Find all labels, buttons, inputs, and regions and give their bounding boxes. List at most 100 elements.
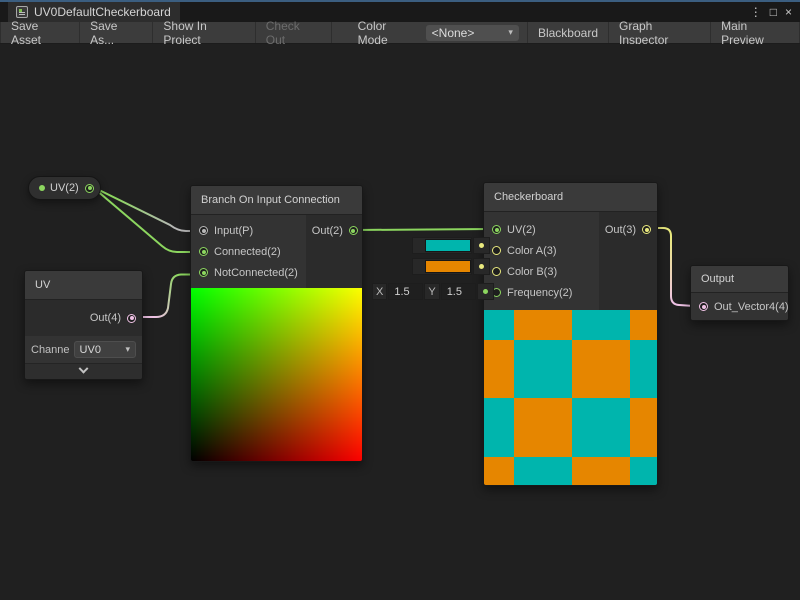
frequency-x-label: X: [372, 283, 387, 300]
port-color-b[interactable]: [492, 267, 501, 276]
node-color-dot: [39, 185, 45, 191]
checker-cell: [572, 398, 630, 457]
port-label: UV(2): [507, 224, 536, 236]
port-row-frequency[interactable]: Frequency(2): [484, 282, 599, 303]
frequency-x-input[interactable]: 1.5: [388, 283, 423, 300]
frequency-widget: X 1.5 Y 1.5: [372, 283, 494, 300]
checker-cell: [514, 340, 572, 398]
node-title[interactable]: Checkerboard: [484, 183, 657, 212]
color-mode-dropdown[interactable]: <None> ▾: [426, 25, 519, 41]
chevron-down-icon: ▾: [508, 27, 513, 38]
channel-dropdown[interactable]: UV0 ▾: [74, 341, 136, 358]
checker-cell: [484, 340, 514, 398]
color-a-field[interactable]: [412, 237, 472, 254]
channel-row: Channe UV0 ▾: [25, 336, 142, 363]
node-title[interactable]: UV: [25, 271, 142, 300]
port-row-out-vector4[interactable]: Out_Vector4(4): [691, 296, 788, 317]
connector-dot: [479, 243, 484, 248]
check-out-button: Check Out: [256, 22, 332, 43]
port-row-out3[interactable]: Out(3): [605, 219, 651, 240]
checker-cell: [572, 457, 630, 485]
port-out-vector4[interactable]: [699, 302, 708, 311]
color-b-swatch[interactable]: [425, 260, 471, 273]
port-row-color-b[interactable]: Color B(3): [484, 261, 599, 282]
checker-cell: [484, 398, 514, 457]
checker-cell: [572, 310, 630, 340]
save-asset-button[interactable]: Save Asset: [0, 22, 80, 43]
port-uvpill-out[interactable]: [85, 184, 94, 193]
chevron-down-icon: ▾: [125, 344, 130, 355]
kebab-menu-icon[interactable]: ⋮: [750, 5, 762, 19]
port-color-a[interactable]: [492, 246, 501, 255]
tab-title: UV0DefaultCheckerboard: [34, 5, 171, 19]
color-mode-value: <None>: [432, 26, 475, 40]
channel-label: Channe: [31, 344, 70, 356]
frequency-connector: [477, 283, 494, 300]
port-label: Out_Vector4(4): [714, 301, 789, 313]
blackboard-button[interactable]: Blackboard: [527, 22, 609, 43]
color-a-widget: [412, 237, 490, 254]
node-title[interactable]: Branch On Input Connection: [191, 186, 362, 215]
preview-expander[interactable]: [25, 363, 142, 379]
main-preview-button[interactable]: Main Preview: [711, 22, 800, 43]
port-row-color-a[interactable]: Color A(3): [484, 240, 599, 261]
port-label: Color A(3): [507, 245, 557, 257]
checker-cell: [630, 310, 658, 340]
port-row-out4[interactable]: Out(4): [25, 300, 142, 336]
node-branch-on-input-connection[interactable]: Branch On Input Connection Input(P) Conn…: [190, 185, 363, 462]
checker-cell: [514, 398, 572, 457]
port-row-out2[interactable]: Out(2): [312, 220, 358, 241]
show-in-project-button[interactable]: Show In Project: [153, 22, 255, 43]
checker-cell: [484, 310, 514, 340]
node-title[interactable]: Output: [691, 266, 788, 293]
port-label: Out(4): [90, 312, 121, 324]
frequency-y-input[interactable]: 1.5: [441, 283, 476, 300]
node-uv2-pill[interactable]: UV(2): [28, 176, 101, 200]
color-b-connector: [473, 258, 490, 275]
shader-graph-icon: [16, 6, 28, 18]
checker-cell: [630, 457, 658, 485]
channel-value: UV0: [80, 344, 101, 356]
checker-cell: [630, 398, 658, 457]
node-checkerboard[interactable]: Checkerboard UV(2) Color A(3) Color B(3)…: [483, 182, 658, 486]
pill-label: UV(2): [50, 182, 79, 194]
port-row-connected[interactable]: Connected(2): [191, 241, 306, 262]
color-b-widget: [412, 258, 490, 275]
port-row-notconnected[interactable]: NotConnected(2): [191, 262, 306, 283]
checker-cell: [514, 457, 572, 485]
port-label: Frequency(2): [507, 287, 572, 299]
port-row-input-p[interactable]: Input(P): [191, 220, 306, 241]
checker-cell: [630, 340, 658, 398]
close-icon[interactable]: ×: [785, 5, 792, 19]
port-connected[interactable]: [199, 247, 208, 256]
connector-dot: [483, 289, 488, 294]
branch-node-preview: [191, 288, 363, 461]
color-a-swatch[interactable]: [425, 239, 471, 252]
checker-cell: [484, 457, 514, 485]
port-row-uv2[interactable]: UV(2): [484, 219, 599, 240]
color-b-field[interactable]: [412, 258, 472, 275]
save-as-button[interactable]: Save As...: [80, 22, 153, 43]
node-uv[interactable]: UV Out(4) Channe UV0 ▾: [24, 270, 143, 380]
port-out3[interactable]: [642, 225, 651, 234]
toolbar: Save Asset Save As... Show In Project Ch…: [0, 22, 800, 44]
frequency-y-label: Y: [424, 283, 439, 300]
port-label: Color B(3): [507, 266, 557, 278]
graph-inspector-button[interactable]: Graph Inspector: [609, 22, 711, 43]
node-output[interactable]: Output Out_Vector4(4): [690, 265, 789, 321]
chevron-down-icon: [79, 364, 89, 374]
port-uv2[interactable]: [492, 225, 501, 234]
port-out2[interactable]: [349, 226, 358, 235]
port-label: NotConnected(2): [214, 267, 298, 279]
port-label: Out(2): [312, 225, 343, 237]
port-input-p[interactable]: [199, 226, 208, 235]
port-label: Connected(2): [214, 246, 281, 258]
color-mode-label: Color Mode: [332, 22, 426, 43]
checker-cell: [514, 310, 572, 340]
port-out4[interactable]: [127, 314, 136, 323]
port-label: Out(3): [605, 224, 636, 236]
maximize-icon[interactable]: □: [770, 5, 777, 19]
checker-cell: [572, 340, 630, 398]
checkerboard-node-preview: [484, 310, 658, 485]
port-notconnected[interactable]: [199, 268, 208, 277]
